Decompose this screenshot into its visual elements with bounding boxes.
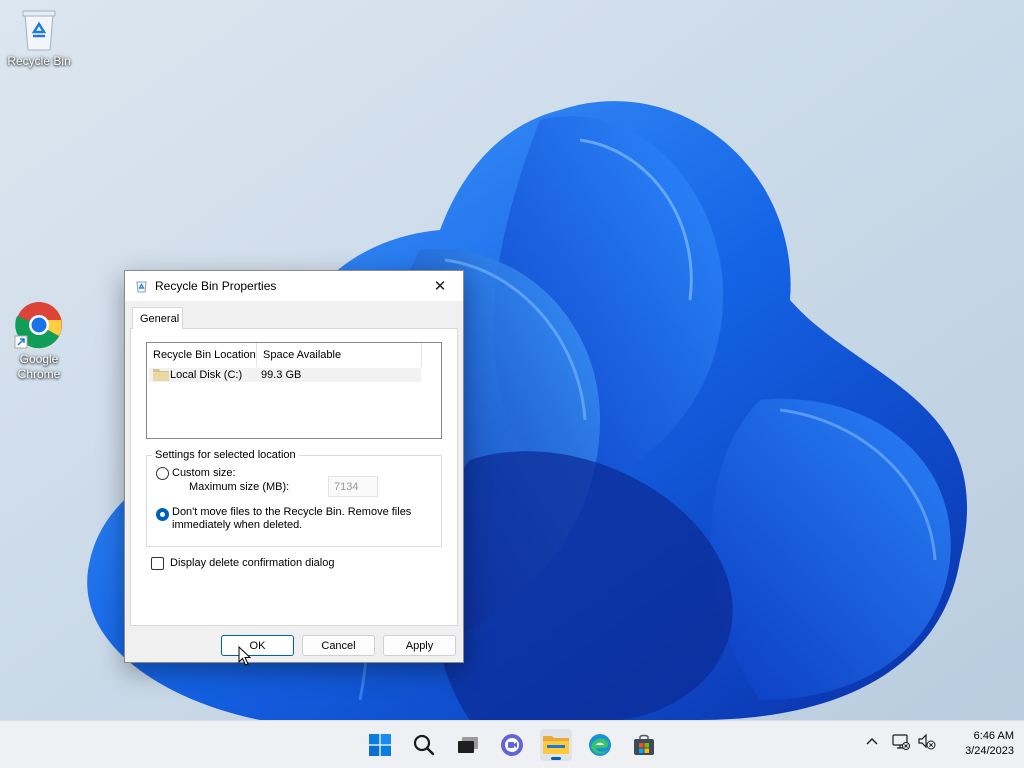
volume-muted-icon[interactable] (918, 734, 936, 750)
store-button[interactable] (628, 729, 660, 761)
desktop-icon-label: Recycle Bin (7, 54, 71, 68)
tab-panel-general: Recycle Bin Location Space Available Loc… (130, 328, 458, 626)
close-icon: ✕ (433, 278, 447, 295)
column-header-location[interactable]: Recycle Bin Location (147, 343, 257, 367)
task-view-button[interactable] (452, 729, 484, 761)
file-explorer-icon (543, 736, 569, 754)
network-icon[interactable] (892, 734, 910, 750)
recycle-bin-properties-dialog: Recycle Bin Properties ✕ General Recycle… (124, 270, 464, 663)
start-button[interactable] (364, 729, 396, 761)
store-icon (634, 734, 654, 755)
dont-move-files-label[interactable]: Don't move files to the Recycle Bin. Rem… (172, 506, 422, 532)
desktop-icon-recycle-bin[interactable]: Recycle Bin (1, 8, 77, 69)
dont-move-files-radio[interactable] (156, 508, 169, 521)
desktop-icon-google-chrome[interactable]: Google Chrome (1, 300, 77, 382)
folder-icon (153, 369, 169, 381)
recycle-bin-icon (136, 281, 147, 293)
chat-icon (501, 734, 523, 756)
custom-size-radio[interactable] (156, 467, 169, 480)
search-button[interactable] (408, 729, 440, 761)
column-header-space[interactable]: Space Available (257, 343, 422, 367)
taskbar-clock[interactable]: 6:46 AM 3/24/2023 (944, 729, 1014, 759)
edge-button[interactable] (584, 729, 616, 761)
max-size-input[interactable] (328, 476, 378, 497)
settings-group: Settings for selected location Custom si… (146, 449, 442, 547)
file-explorer-button[interactable] (540, 729, 572, 761)
dialog-titlebar[interactable]: Recycle Bin Properties ✕ (125, 271, 463, 301)
chat-button[interactable] (496, 729, 528, 761)
chevron-up-icon[interactable] (865, 734, 879, 748)
max-size-label: Maximum size (MB): (189, 481, 290, 493)
display-delete-confirmation-checkbox[interactable] (151, 557, 164, 570)
edge-icon (589, 734, 611, 756)
clock-time: 6:46 AM (973, 730, 1014, 742)
ok-button[interactable]: OK (221, 635, 294, 656)
search-icon (413, 734, 435, 756)
chrome-icon (14, 302, 62, 349)
close-button[interactable]: ✕ (417, 271, 463, 301)
list-item-space: 99.3 GB (261, 369, 302, 381)
cancel-button[interactable]: Cancel (302, 635, 375, 656)
windows-start-icon (369, 734, 391, 756)
list-item-location: Local Disk (C:) (170, 369, 243, 381)
tab-general[interactable]: General (132, 307, 183, 329)
desktop-icon-label: Google Chrome (17, 352, 61, 381)
list-header: Recycle Bin Location Space Available (147, 343, 422, 367)
custom-size-label[interactable]: Custom size: (172, 467, 236, 479)
clock-date: 3/24/2023 (965, 745, 1014, 757)
list-item[interactable]: Local Disk (C:) 99.3 GB (149, 368, 421, 382)
display-delete-confirmation-label[interactable]: Display delete confirmation dialog (170, 557, 334, 569)
recycle-bin-location-list[interactable]: Recycle Bin Location Space Available Loc… (146, 342, 442, 439)
mouse-cursor-icon (238, 646, 252, 666)
settings-group-legend: Settings for selected location (152, 449, 299, 461)
dialog-title: Recycle Bin Properties (155, 279, 277, 293)
apply-button[interactable]: Apply (383, 635, 456, 656)
task-view-icon (458, 737, 478, 753)
recycle-bin-icon (22, 10, 56, 51)
